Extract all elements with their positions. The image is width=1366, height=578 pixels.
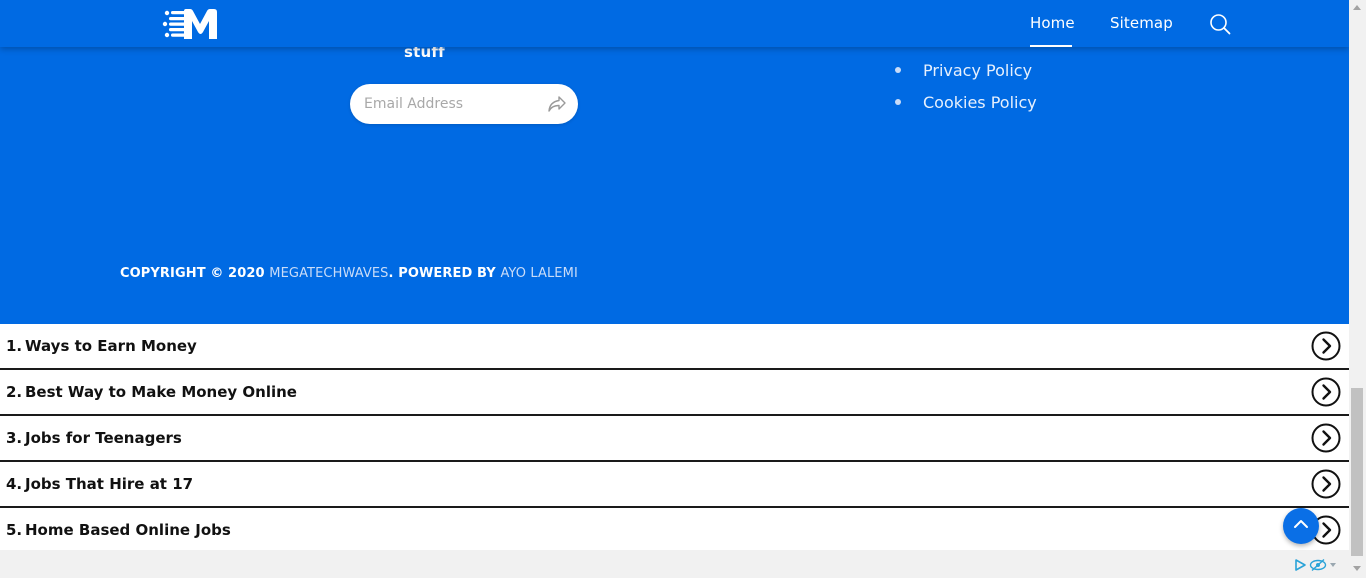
row-number: 3. xyxy=(6,429,23,447)
email-input[interactable] xyxy=(364,89,546,119)
page-scrollbar[interactable] xyxy=(1349,0,1366,578)
powered-by-text: . POWERED BY xyxy=(388,266,501,281)
related-searches: 1. Ways to Earn Money 2. Best Way to Mak… xyxy=(0,324,1349,554)
site-footer: stuff Privacy Policy Cookies Policy COPY… xyxy=(0,0,1349,324)
scroll-thumb[interactable] xyxy=(1351,388,1363,556)
back-to-top-button[interactable] xyxy=(1283,508,1319,544)
scroll-down-arrow-icon[interactable] xyxy=(1353,566,1361,571)
author-link[interactable]: AYO LALEMI xyxy=(500,266,577,281)
copyright: COPYRIGHT © 2020 MEGATECHWAVES. POWERED … xyxy=(120,266,578,281)
footer-links: Privacy Policy Cookies Policy xyxy=(892,54,1037,118)
row-text: Home Based Online Jobs xyxy=(25,521,231,539)
cookies-policy-link[interactable]: Cookies Policy xyxy=(923,93,1037,112)
privacy-policy-link[interactable]: Privacy Policy xyxy=(923,61,1032,80)
scroll-up-arrow-icon[interactable] xyxy=(1353,5,1361,10)
page: stuff Privacy Policy Cookies Policy COPY… xyxy=(0,0,1349,578)
newsletter-form xyxy=(350,84,578,124)
row-number: 4. xyxy=(6,475,23,493)
copyright-prefix: COPYRIGHT © 2020 xyxy=(120,266,270,281)
adchoices-icon[interactable] xyxy=(1293,558,1337,572)
related-search-row[interactable]: 5. Home Based Online Jobs xyxy=(0,508,1349,554)
nav-home[interactable]: Home xyxy=(1030,14,1075,32)
related-search-row[interactable]: 3. Jobs for Teenagers xyxy=(0,416,1349,462)
row-text: Jobs for Teenagers xyxy=(25,429,182,447)
chevron-right-circle-icon[interactable] xyxy=(1311,331,1341,361)
chevron-right-circle-icon[interactable] xyxy=(1311,469,1341,499)
row-number: 1. xyxy=(6,337,23,355)
chevron-right-circle-icon[interactable] xyxy=(1311,423,1341,453)
ad-strip xyxy=(0,550,1349,578)
send-icon[interactable] xyxy=(546,93,568,115)
nav-sitemap[interactable]: Sitemap xyxy=(1110,14,1173,32)
bullet-icon xyxy=(895,99,901,105)
related-search-row[interactable]: 2. Best Way to Make Money Online xyxy=(0,370,1349,416)
site-logo[interactable] xyxy=(162,8,220,40)
row-text: Jobs That Hire at 17 xyxy=(25,475,194,493)
related-search-row[interactable]: 4. Jobs That Hire at 17 xyxy=(0,462,1349,508)
row-number: 5. xyxy=(6,521,23,539)
bullet-icon xyxy=(895,67,901,73)
active-nav-indicator xyxy=(1030,45,1072,47)
chevron-right-circle-icon[interactable] xyxy=(1311,377,1341,407)
footer-link-item: Cookies Policy xyxy=(892,86,1037,118)
search-icon[interactable] xyxy=(1208,12,1232,36)
site-header: Home Sitemap xyxy=(0,0,1349,47)
site-name-link[interactable]: MEGATECHWAVES xyxy=(269,266,388,281)
related-search-row[interactable]: 1. Ways to Earn Money xyxy=(0,324,1349,370)
row-number: 2. xyxy=(6,383,23,401)
row-text: Ways to Earn Money xyxy=(25,337,197,355)
chevron-up-icon xyxy=(1291,514,1311,538)
row-text: Best Way to Make Money Online xyxy=(25,383,297,401)
footer-link-item: Privacy Policy xyxy=(892,54,1037,86)
